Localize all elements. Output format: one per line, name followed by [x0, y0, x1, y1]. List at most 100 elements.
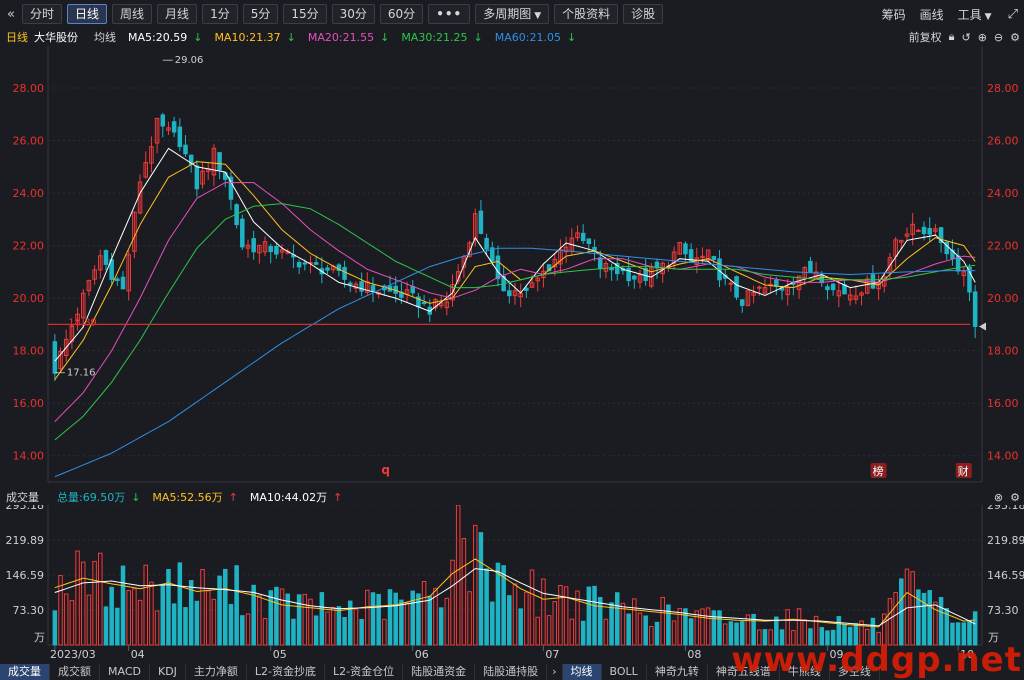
volume-bar	[592, 585, 597, 646]
volume-ma5: MA5:52.56万 ↑	[152, 491, 238, 504]
candle	[274, 245, 279, 255]
volume-bar	[722, 623, 728, 646]
fullscreen-icon[interactable]: ⤢	[1008, 7, 1018, 22]
candle	[734, 276, 739, 298]
tab-macd[interactable]: MACD	[100, 664, 150, 680]
volume-bar	[115, 607, 120, 646]
period-tab-30min[interactable]: 30分	[331, 4, 375, 24]
zoom-in-icon[interactable]: ⊕	[978, 31, 987, 44]
volume-bar	[92, 560, 97, 646]
volume-bar	[217, 575, 222, 646]
volume-bar	[240, 615, 245, 646]
volume-bar	[387, 589, 393, 646]
volume-tick-right: 73.30	[987, 604, 1019, 617]
volume-bar	[325, 611, 330, 646]
candle	[507, 290, 512, 297]
volume-bar	[86, 594, 92, 646]
ma30-value: MA30:21.25 ↓	[401, 30, 483, 44]
candle	[421, 301, 427, 304]
tab-nine-turn[interactable]: 神奇九转	[647, 664, 708, 680]
volume-bar	[251, 584, 256, 646]
volume-bar	[637, 612, 643, 646]
tab-main-net[interactable]: 主力净额	[186, 664, 247, 680]
period-tab-monthly[interactable]: 月线	[157, 4, 198, 24]
volume-bar	[558, 584, 563, 646]
stock-info-button[interactable]: 个股资料	[554, 4, 619, 24]
volume-bar	[291, 618, 296, 646]
tab-ma[interactable]: 均线	[562, 664, 602, 680]
tab-hk-holding[interactable]: 陆股通持股	[475, 664, 548, 680]
candle	[370, 285, 376, 292]
price-tick-left: 28.00	[13, 82, 45, 95]
close-icon[interactable]: ⊗	[994, 491, 1003, 504]
candle	[115, 278, 120, 282]
ma5-value: MA5:20.59 ↓	[128, 30, 203, 44]
period-tab-15min[interactable]: 15分	[283, 4, 327, 24]
price-tick-right: 20.00	[987, 292, 1019, 305]
candle	[268, 246, 273, 253]
adjust-mode-button[interactable]: 前复权	[909, 29, 942, 45]
period-tabs: 分时 日线 周线 月线 1分 5分 15分 30分 60分 ••• 多周期图 ▼ …	[22, 4, 668, 24]
volume-title[interactable]: 成交量	[6, 489, 39, 505]
x-axis-label: 07	[545, 648, 559, 661]
volume-bar	[518, 608, 523, 646]
tab-turnover[interactable]: 成交额	[50, 664, 100, 680]
price-tick-left: 24.00	[13, 187, 45, 200]
period-tab-1min[interactable]: 1分	[202, 4, 238, 24]
ma-label[interactable]: 均线	[94, 29, 116, 45]
volume-bar	[484, 568, 489, 646]
draw-line-button[interactable]: 画线	[920, 6, 944, 23]
price-tick-right: 16.00	[987, 397, 1019, 410]
tab-l2-bottom[interactable]: L2-资金抄底	[247, 664, 326, 680]
volume-bar	[370, 592, 376, 646]
candle	[347, 282, 353, 285]
price-tick-right: 22.00	[987, 240, 1019, 253]
chevron-right-icon[interactable]: ›	[547, 664, 563, 680]
volume-bar	[177, 562, 183, 646]
volume-bar	[228, 603, 234, 646]
undo-icon[interactable]: ↺	[961, 31, 970, 44]
tab-hk-flow[interactable]: 陆股通资金	[403, 664, 476, 680]
stock-name: 大华股份	[34, 31, 78, 44]
volume-bar	[546, 615, 552, 646]
candle	[160, 114, 166, 127]
period-tab-weekly[interactable]: 周线	[112, 4, 153, 24]
volume-bar	[126, 590, 131, 646]
period-tab-60min[interactable]: 60分	[379, 4, 424, 24]
lock-icon[interactable]: 🔒︎	[949, 30, 955, 44]
tools-dropdown[interactable]: 工具 ▼	[958, 6, 992, 23]
candle	[296, 262, 302, 268]
collapse-left-icon[interactable]: «	[0, 7, 22, 22]
volume-bar	[109, 586, 114, 646]
volume-bar	[586, 586, 592, 646]
diagnose-button[interactable]: 诊股	[623, 4, 664, 24]
tab-l2-position[interactable]: L2-资金仓位	[325, 664, 404, 680]
volume-bar	[688, 618, 694, 646]
volume-bar	[382, 618, 387, 646]
tab-kdj[interactable]: KDJ	[150, 664, 186, 680]
period-tab-daily[interactable]: 日线	[67, 4, 108, 24]
tab-boll[interactable]: BOLL	[602, 664, 647, 680]
zoom-out-icon[interactable]: ⊖	[994, 31, 1003, 44]
candle	[927, 228, 932, 235]
volume-bar	[512, 583, 518, 646]
volume-bar	[75, 550, 80, 646]
period-tab-timeshare[interactable]: 分时	[22, 4, 63, 24]
volume-bar	[302, 593, 308, 646]
settings-icon[interactable]: ⚙	[1010, 491, 1020, 504]
more-periods-button[interactable]: •••	[428, 4, 471, 24]
volume-unit-left: 万	[34, 631, 45, 644]
candle	[313, 262, 319, 265]
multi-period-dropdown[interactable]: 多周期图 ▼	[475, 4, 550, 24]
chips-button[interactable]: 筹码	[882, 6, 906, 23]
volume-bar	[143, 564, 148, 646]
tools-label: 工具	[957, 7, 982, 22]
volume-bar	[319, 592, 325, 646]
settings-icon[interactable]: ⚙	[1010, 31, 1020, 44]
x-axis-label: 04	[131, 648, 145, 661]
candle	[524, 287, 529, 291]
period-tab-5min[interactable]: 5分	[242, 4, 279, 24]
volume-bar	[444, 597, 450, 646]
tab-volume[interactable]: 成交量	[0, 664, 50, 680]
candlestick-chart[interactable]: 28.00 28.00 26.00 26.00 24.00 24.00 22.00 22.00…	[0, 46, 1024, 491]
